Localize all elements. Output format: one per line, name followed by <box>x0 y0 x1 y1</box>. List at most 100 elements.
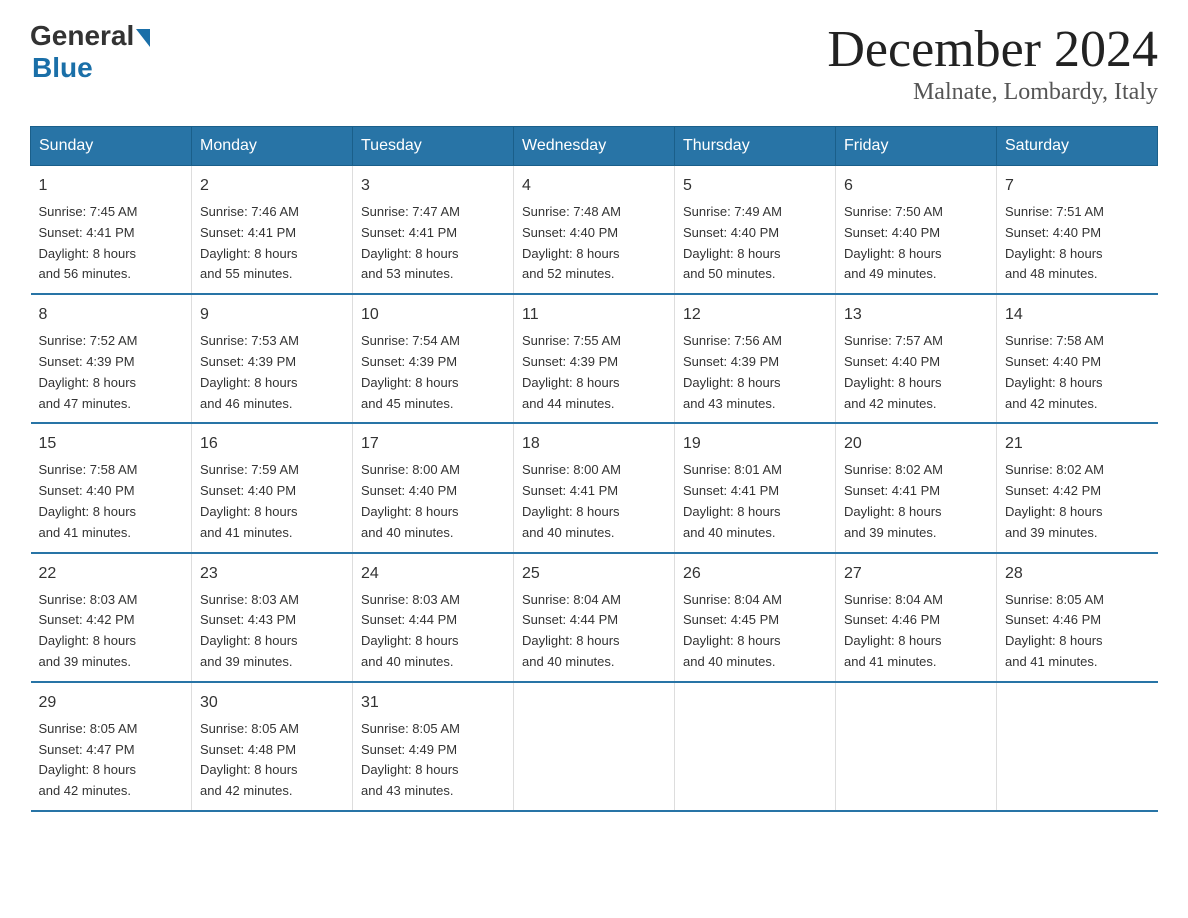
day-number: 4 <box>522 174 666 198</box>
day-number: 10 <box>361 303 505 327</box>
calendar-cell <box>514 682 675 811</box>
day-info: Sunrise: 7:53 AMSunset: 4:39 PMDaylight:… <box>200 331 344 414</box>
day-number: 20 <box>844 432 988 456</box>
day-number: 5 <box>683 174 827 198</box>
day-info: Sunrise: 8:04 AMSunset: 4:46 PMDaylight:… <box>844 590 988 673</box>
calendar-cell: 31Sunrise: 8:05 AMSunset: 4:49 PMDayligh… <box>353 682 514 811</box>
calendar-cell: 24 Sunrise: 8:03 AMSunset: 4:44 PMDayligh… <box>353 553 514 682</box>
week-row-2: 8Sunrise: 7:52 AMSunset: 4:39 PMDaylight… <box>31 294 1158 423</box>
day-info: Sunrise: 7:48 AMSunset: 4:40 PMDaylight:… <box>522 202 666 285</box>
calendar-cell: 7Sunrise: 7:51 AMSunset: 4:40 PMDaylight… <box>997 166 1158 295</box>
calendar-cell: 18 Sunrise: 8:00 AMSunset: 4:41 PMDayligh… <box>514 423 675 552</box>
day-number: 11 <box>522 303 666 327</box>
calendar-cell: 26 Sunrise: 8:04 AMSunset: 4:45 PMDayligh… <box>675 553 836 682</box>
day-info: Sunrise: 8:00 AMSunset: 4:41 PMDaylight:… <box>522 460 666 543</box>
day-number: 24 <box>361 562 505 586</box>
calendar-cell: 13 Sunrise: 7:57 AMSunset: 4:40 PMDayligh… <box>836 294 997 423</box>
logo: General Blue <box>30 20 150 84</box>
day-number: 16 <box>200 432 344 456</box>
day-info: Sunrise: 8:03 AMSunset: 4:44 PMDaylight:… <box>361 590 505 673</box>
day-info: Sunrise: 7:50 AMSunset: 4:40 PMDaylight:… <box>844 202 988 285</box>
calendar-cell: 25Sunrise: 8:04 AMSunset: 4:44 PMDayligh… <box>514 553 675 682</box>
day-info: Sunrise: 7:58 AMSunset: 4:40 PMDaylight:… <box>1005 331 1150 414</box>
day-number: 8 <box>39 303 184 327</box>
header-sunday: Sunday <box>31 127 192 166</box>
calendar-cell: 6 Sunrise: 7:50 AMSunset: 4:40 PMDaylight… <box>836 166 997 295</box>
calendar-cell <box>997 682 1158 811</box>
day-info: Sunrise: 7:45 AMSunset: 4:41 PMDaylight:… <box>39 202 184 285</box>
calendar-cell: 15Sunrise: 7:58 AMSunset: 4:40 PMDayligh… <box>31 423 192 552</box>
calendar-cell: 10 Sunrise: 7:54 AMSunset: 4:39 PMDayligh… <box>353 294 514 423</box>
day-info: Sunrise: 8:03 AMSunset: 4:43 PMDaylight:… <box>200 590 344 673</box>
day-info: Sunrise: 7:46 AMSunset: 4:41 PMDaylight:… <box>200 202 344 285</box>
day-number: 1 <box>39 174 184 198</box>
calendar-cell: 9 Sunrise: 7:53 AMSunset: 4:39 PMDaylight… <box>192 294 353 423</box>
calendar-cell <box>675 682 836 811</box>
calendar-cell: 1 Sunrise: 7:45 AMSunset: 4:41 PMDaylight… <box>31 166 192 295</box>
page-header: General Blue December 2024 Malnate, Lomb… <box>30 20 1158 106</box>
day-number: 29 <box>39 691 184 715</box>
day-info: Sunrise: 8:05 AMSunset: 4:47 PMDaylight:… <box>39 719 184 802</box>
calendar-cell: 23Sunrise: 8:03 AMSunset: 4:43 PMDayligh… <box>192 553 353 682</box>
calendar-cell: 4 Sunrise: 7:48 AMSunset: 4:40 PMDaylight… <box>514 166 675 295</box>
day-info: Sunrise: 7:56 AMSunset: 4:39 PMDaylight:… <box>683 331 827 414</box>
calendar-header-row: SundayMondayTuesdayWednesdayThursdayFrid… <box>31 127 1158 166</box>
day-info: Sunrise: 8:05 AMSunset: 4:48 PMDaylight:… <box>200 719 344 802</box>
week-row-4: 22 Sunrise: 8:03 AMSunset: 4:42 PMDayligh… <box>31 553 1158 682</box>
day-info: Sunrise: 8:05 AMSunset: 4:46 PMDaylight:… <box>1005 590 1150 673</box>
day-number: 13 <box>844 303 988 327</box>
day-info: Sunrise: 8:03 AMSunset: 4:42 PMDaylight:… <box>39 590 184 673</box>
header-tuesday: Tuesday <box>353 127 514 166</box>
day-number: 19 <box>683 432 827 456</box>
day-number: 31 <box>361 691 505 715</box>
day-number: 15 <box>39 432 184 456</box>
day-number: 26 <box>683 562 827 586</box>
day-info: Sunrise: 7:57 AMSunset: 4:40 PMDaylight:… <box>844 331 988 414</box>
day-number: 21 <box>1005 432 1150 456</box>
header-thursday: Thursday <box>675 127 836 166</box>
day-info: Sunrise: 7:49 AMSunset: 4:40 PMDaylight:… <box>683 202 827 285</box>
calendar-cell: 21 Sunrise: 8:02 AMSunset: 4:42 PMDayligh… <box>997 423 1158 552</box>
calendar-cell: 5 Sunrise: 7:49 AMSunset: 4:40 PMDaylight… <box>675 166 836 295</box>
calendar-cell: 28 Sunrise: 8:05 AMSunset: 4:46 PMDayligh… <box>997 553 1158 682</box>
calendar-cell: 2Sunrise: 7:46 AMSunset: 4:41 PMDaylight… <box>192 166 353 295</box>
calendar-cell: 14 Sunrise: 7:58 AMSunset: 4:40 PMDayligh… <box>997 294 1158 423</box>
header-monday: Monday <box>192 127 353 166</box>
calendar-cell: 29 Sunrise: 8:05 AMSunset: 4:47 PMDayligh… <box>31 682 192 811</box>
day-info: Sunrise: 7:54 AMSunset: 4:39 PMDaylight:… <box>361 331 505 414</box>
day-info: Sunrise: 7:55 AMSunset: 4:39 PMDaylight:… <box>522 331 666 414</box>
header-wednesday: Wednesday <box>514 127 675 166</box>
calendar-cell: 12 Sunrise: 7:56 AMSunset: 4:39 PMDayligh… <box>675 294 836 423</box>
day-info: Sunrise: 7:47 AMSunset: 4:41 PMDaylight:… <box>361 202 505 285</box>
title-block: December 2024 Malnate, Lombardy, Italy <box>827 20 1158 106</box>
logo-general-text: General <box>30 20 134 52</box>
header-saturday: Saturday <box>997 127 1158 166</box>
day-number: 18 <box>522 432 666 456</box>
calendar-cell: 16Sunrise: 7:59 AMSunset: 4:40 PMDayligh… <box>192 423 353 552</box>
week-row-1: 1 Sunrise: 7:45 AMSunset: 4:41 PMDaylight… <box>31 166 1158 295</box>
day-number: 12 <box>683 303 827 327</box>
calendar-cell: 27 Sunrise: 8:04 AMSunset: 4:46 PMDayligh… <box>836 553 997 682</box>
month-year-title: December 2024 <box>827 20 1158 79</box>
day-info: Sunrise: 8:02 AMSunset: 4:42 PMDaylight:… <box>1005 460 1150 543</box>
week-row-5: 29 Sunrise: 8:05 AMSunset: 4:47 PMDayligh… <box>31 682 1158 811</box>
day-number: 28 <box>1005 562 1150 586</box>
calendar-cell: 3 Sunrise: 7:47 AMSunset: 4:41 PMDaylight… <box>353 166 514 295</box>
day-number: 7 <box>1005 174 1150 198</box>
day-number: 9 <box>200 303 344 327</box>
calendar-cell: 11 Sunrise: 7:55 AMSunset: 4:39 PMDayligh… <box>514 294 675 423</box>
day-number: 27 <box>844 562 988 586</box>
calendar-cell: 20Sunrise: 8:02 AMSunset: 4:41 PMDayligh… <box>836 423 997 552</box>
day-number: 25 <box>522 562 666 586</box>
calendar-cell: 17Sunrise: 8:00 AMSunset: 4:40 PMDayligh… <box>353 423 514 552</box>
day-number: 14 <box>1005 303 1150 327</box>
day-info: Sunrise: 8:00 AMSunset: 4:40 PMDaylight:… <box>361 460 505 543</box>
day-number: 3 <box>361 174 505 198</box>
day-number: 22 <box>39 562 184 586</box>
day-info: Sunrise: 8:04 AMSunset: 4:45 PMDaylight:… <box>683 590 827 673</box>
calendar-cell: 19 Sunrise: 8:01 AMSunset: 4:41 PMDayligh… <box>675 423 836 552</box>
day-info: Sunrise: 8:01 AMSunset: 4:41 PMDaylight:… <box>683 460 827 543</box>
calendar-table: SundayMondayTuesdayWednesdayThursdayFrid… <box>30 126 1158 812</box>
day-number: 6 <box>844 174 988 198</box>
calendar-cell: 30Sunrise: 8:05 AMSunset: 4:48 PMDayligh… <box>192 682 353 811</box>
